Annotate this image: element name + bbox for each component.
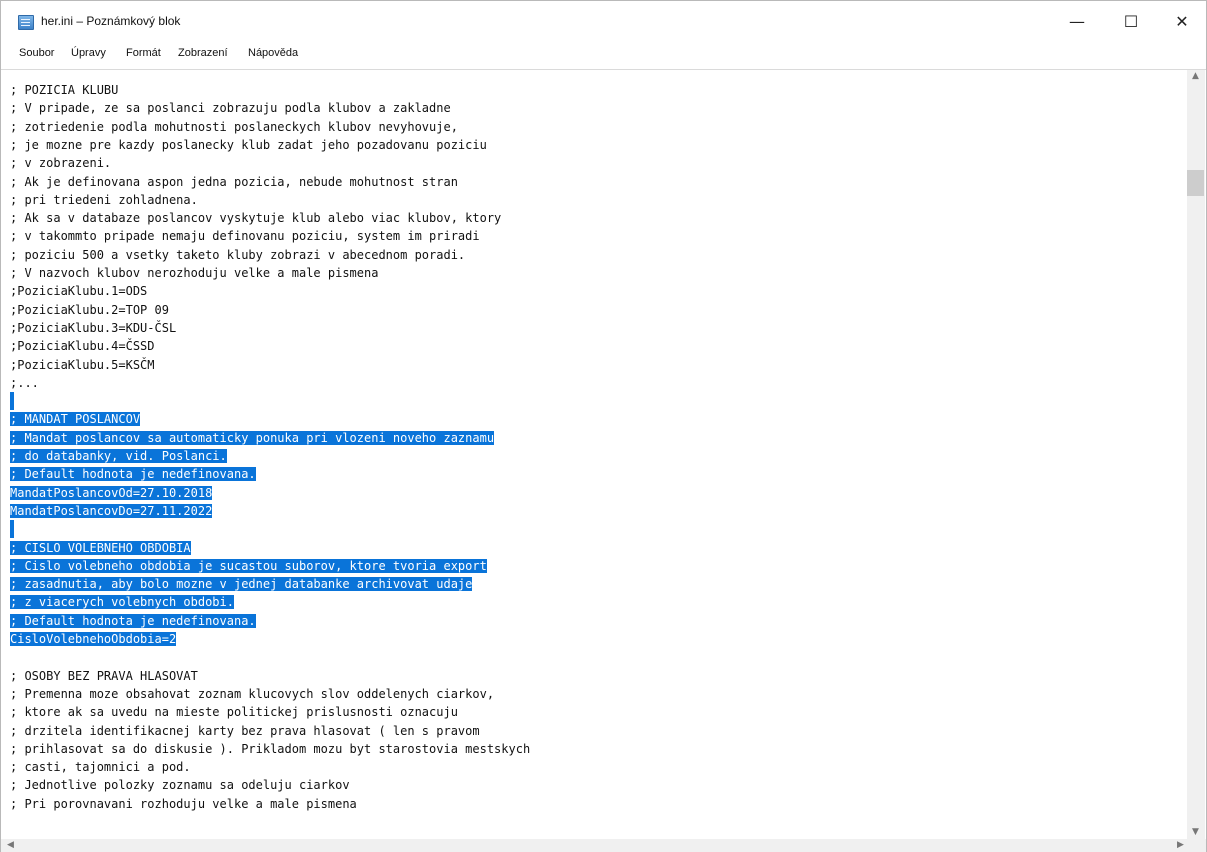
text-line: ; casti, tajomnici a pod. [10,758,191,776]
selected-text [10,520,14,539]
text-line: ; z viacerych volebnych obdobi. [10,593,234,611]
text-line: ; poziciu 500 a vsetky taketo kluby zobr… [10,246,465,264]
line-text: ;... [10,375,39,390]
line-text: ; OSOBY BEZ PRAVA HLASOVAT [10,668,198,683]
selected-text: MandatPoslancovOd=27.10.2018 [10,485,213,500]
line-text: ; poziciu 500 a vsetky taketo kluby zobr… [10,247,466,262]
line-text: ;PoziciaKlubu.1=ODS [10,284,148,299]
text-line: ; je mozne pre kazdy poslanecky klub zad… [10,136,487,154]
text-line [10,520,14,539]
text-line: ; Mandat poslancov sa automaticky ponuka… [10,429,495,447]
selected-text: ; z viacerych volebnych obdobi. [10,595,234,610]
text-line: ; Ak je definovana aspon jedna pozicia, … [10,173,458,191]
line-text: ; drzitela identifikacnej karty bez prav… [10,723,480,738]
line-text: ; Premenna moze obsahovat zoznam klucovy… [10,686,495,701]
text-line: ;PoziciaKlubu.1=ODS [10,282,147,300]
line-text: ; Pri porovnavani rozhoduju velke a male… [10,796,357,811]
text-line: ; Cislo volebneho obdobia je sucastou su… [10,557,487,575]
text-line: ; Default hodnota je nedefinovana. [10,465,256,483]
text-line: CisloVolebnehoObdobia=2 [10,630,177,648]
line-text: ;PoziciaKlubu.5=KSČM [10,357,155,372]
text-line: ; drzitela identifikacnej karty bez prav… [10,722,480,740]
scroll-down-icon[interactable]: ▼ [1192,827,1199,837]
horizontal-scrollbar[interactable] [1,839,1206,852]
menu-separator [1,69,1206,70]
text-line: ; V nazvoch klubov nerozhoduju velke a m… [10,264,378,282]
vertical-scroll-thumb[interactable] [1187,170,1204,196]
line-text: ; v takommto pripade nemaju definovanu p… [10,229,480,244]
text-line: ; Pri porovnavani rozhoduju velke a male… [10,795,357,813]
minimize-button[interactable]: — [1054,7,1100,35]
line-text: ; V nazvoch klubov nerozhoduju velke a m… [10,266,379,280]
selected-text: ; MANDAT POSLANCOV [10,412,141,427]
text-line: ; OSOBY BEZ PRAVA HLASOVAT [10,667,198,685]
line-text: ; v zobrazeni. [10,156,112,171]
text-line: ;PoziciaKlubu.4=ČSSD [10,337,155,355]
line-text: ; prihlasovat sa do diskusie ). Priklado… [10,741,531,756]
text-line: ; Jednotlive polozky zoznamu sa odeluju … [10,776,350,794]
text-line: MandatPoslancovOd=27.10.2018 [10,484,213,502]
notepad-window: her.ini – Poznámkový blok — ☐ ✕ Soubor Ú… [0,0,1207,852]
scroll-up-icon[interactable]: ▲ [1192,71,1199,81]
text-line: ; V pripade, ze sa poslanci zobrazuju po… [10,99,451,117]
line-text: ; Jednotlive polozky zoznamu sa odeluju … [10,778,350,793]
selected-text: MandatPoslancovDo=27.11.2022 [10,503,213,518]
selected-text: ; Cislo volebneho obdobia je sucastou su… [10,558,487,573]
line-text: ; ktore ak sa uvedu na mieste politickej… [10,705,458,720]
selected-text: ; Mandat poslancov sa automaticky ponuka… [10,430,495,445]
text-line: ; Premenna moze obsahovat zoznam klucovy… [10,685,494,703]
text-line: ;PoziciaKlubu.3=KDU-ČSL [10,319,176,337]
line-text: ; POZICIA KLUBU [10,83,119,97]
close-button[interactable]: ✕ [1159,7,1205,35]
selected-text: ; zasadnutia, aby bolo mozne v jednej da… [10,577,473,592]
selected-text: CisloVolebnehoObdobia=2 [10,632,177,646]
line-text: ; casti, tajomnici a pod. [10,760,191,775]
scroll-left-icon[interactable]: ◀ [7,840,14,850]
text-line: ; v zobrazeni. [10,154,111,172]
text-line: ; Ak sa v databaze poslancov vyskytuje k… [10,209,501,227]
line-text: ;PoziciaKlubu.3=KDU-ČSL [10,320,177,335]
notepad-icon [18,15,34,30]
line-text: ;PoziciaKlubu.2=TOP 09 [10,302,169,317]
text-line: ; pri triedeni zohladnena. [10,191,198,209]
text-line: ;PoziciaKlubu.5=KSČM [10,356,155,374]
text-line: ; CISLO VOLEBNEHO OBDOBIA [10,539,191,557]
line-text: ; Ak sa v databaze poslancov vyskytuje k… [10,211,502,226]
line-text: ; Ak je definovana aspon jedna pozicia, … [10,174,458,189]
text-line: ; zotriedenie podla mohutnosti poslaneck… [10,118,458,136]
selected-text: ; Default hodnota je nedefinovana. [10,613,256,628]
menu-upravy[interactable]: Úpravy [71,47,106,59]
menu-bar: Soubor Úpravy Formát Zobrazení Nápověda [1,41,1206,65]
menu-napoveda[interactable]: Nápověda [248,47,298,59]
selected-text: ; do databanky, vid. Poslanci. [10,449,227,463]
line-text: ; pri triedeni zohladnena. [10,192,198,207]
text-line: ; do databanky, vid. Poslanci. [10,447,227,465]
menu-format[interactable]: Formát [126,47,161,59]
line-text: ; je mozne pre kazdy poslanecky klub zad… [10,137,487,152]
text-line: ; v takommto pripade nemaju definovanu p… [10,227,480,245]
text-line: ; Default hodnota je nedefinovana. [10,612,256,630]
line-text: ;PoziciaKlubu.4=ČSSD [10,339,155,354]
text-line: MandatPoslancovDo=27.11.2022 [10,502,213,520]
scroll-right-icon[interactable]: ▶ [1177,840,1184,850]
line-text: ; zotriedenie podla mohutnosti poslaneck… [10,119,458,134]
selected-text: ; CISLO VOLEBNEHO OBDOBIA [10,540,191,555]
maximize-button[interactable]: ☐ [1108,7,1154,35]
selected-text: ; Default hodnota je nedefinovana. [10,467,256,482]
selected-text [10,392,14,411]
text-editor[interactable]: ; POZICIA KLUBU ; V pripade, ze sa poslan… [10,81,1180,839]
window-title: her.ini – Poznámkový blok [41,14,181,28]
text-line: ;PoziciaKlubu.2=TOP 09 [10,301,169,319]
menu-zobrazeni[interactable]: Zobrazení [178,47,228,59]
text-line: ;... [10,374,39,392]
text-line: ; prihlasovat sa do diskusie ). Priklado… [10,740,530,758]
text-line: ; POZICIA KLUBU [10,81,118,99]
text-line [10,392,14,411]
text-line: ; zasadnutia, aby bolo mozne v jednej da… [10,575,473,593]
text-line: ; MANDAT POSLANCOV [10,410,141,428]
title-bar[interactable]: her.ini – Poznámkový blok — ☐ ✕ [1,1,1206,41]
menu-soubor[interactable]: Soubor [19,47,54,59]
line-text: ; V pripade, ze sa poslanci zobrazuju po… [10,101,451,116]
text-line: ; ktore ak sa uvedu na mieste politickej… [10,703,458,721]
